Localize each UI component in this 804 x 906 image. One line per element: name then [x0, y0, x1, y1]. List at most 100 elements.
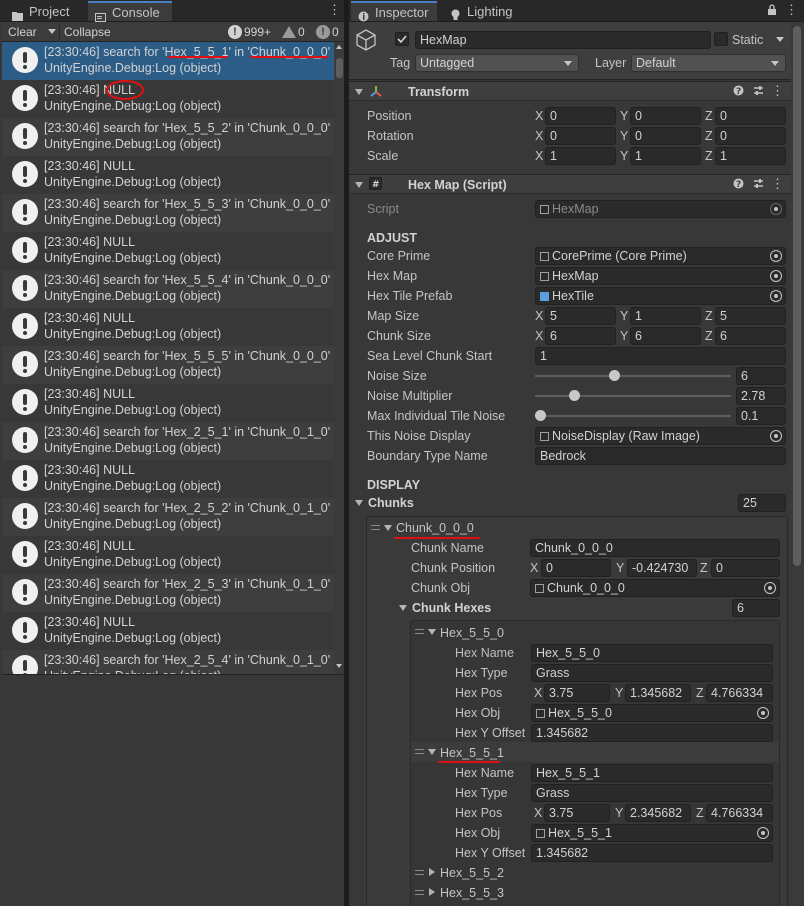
chunk-hexes-foldout-icon[interactable]	[399, 605, 407, 611]
max-tile-noise-slider[interactable]	[535, 415, 731, 417]
hex-tile-prefab-field[interactable]: HexTile	[535, 287, 786, 305]
log-entry[interactable]: [23:30:46] NULL UnityEngine.Debug:Log (ob…	[2, 612, 334, 650]
tab-lighting[interactable]: Lighting	[443, 2, 523, 22]
collapse-button[interactable]: Collapse	[64, 23, 111, 41]
hex-y-offset-input[interactable]: 1.345682	[531, 724, 773, 742]
scale-z-input[interactable]: 1	[715, 147, 786, 165]
inspector-scrollbar[interactable]	[791, 22, 804, 906]
log-entry[interactable]: [23:30:46] NULL UnityEngine.Debug:Log (ob…	[2, 232, 334, 270]
max-tile-noise-input[interactable]: 0.1	[736, 407, 786, 425]
chunks-label[interactable]: Chunks	[368, 496, 414, 510]
log-entry[interactable]: [23:30:46] search for 'Hex_5_5_4' in 'Ch…	[2, 270, 334, 308]
map-size-x-input[interactable]: 5	[545, 307, 616, 325]
help-icon[interactable]: ?	[733, 85, 744, 99]
chunk-hexes-label[interactable]: Chunk Hexes	[412, 601, 491, 615]
rotation-x-input[interactable]: 0	[545, 127, 616, 145]
tab-project[interactable]: Project	[5, 2, 83, 22]
hex-pos-x-input[interactable]: 3.75	[544, 804, 610, 822]
hex-title[interactable]: Hex_5_5_0	[440, 626, 504, 640]
object-name-input[interactable]: HexMap	[415, 31, 711, 49]
layer-dropdown[interactable]: Default	[631, 54, 786, 72]
log-count-toggle[interactable]: ! 999+	[226, 24, 271, 40]
log-entry[interactable]: [23:30:46] search for 'Hex_5_5_2' in 'Ch…	[2, 118, 334, 156]
log-entry[interactable]: [23:30:46] NULL UnityEngine.Debug:Log (ob…	[2, 460, 334, 498]
noise-multiplier-slider[interactable]	[535, 395, 731, 397]
tab-console[interactable]: Console	[88, 1, 172, 22]
position-z-input[interactable]: 0	[715, 107, 786, 125]
map-size-y-input[interactable]: 1	[630, 307, 701, 325]
log-entry[interactable]: [23:30:46] search for 'Hex_2_5_1' in 'Ch…	[2, 422, 334, 460]
chunk-obj-field[interactable]: Chunk_0_0_0	[530, 579, 780, 597]
object-picker-icon[interactable]	[757, 827, 769, 839]
hex-type-input[interactable]: Grass	[531, 664, 773, 682]
help-icon[interactable]: ?	[733, 178, 744, 192]
chunk-position-y-input[interactable]: -0.424730	[627, 559, 697, 577]
hex-pos-z-input[interactable]: 4.766334	[706, 804, 773, 822]
rotation-y-input[interactable]: 0	[630, 127, 701, 145]
sea-level-input[interactable]: 1	[535, 347, 786, 365]
noise-size-input[interactable]: 6	[736, 367, 786, 385]
drag-handle-icon[interactable]	[371, 525, 380, 530]
hex-obj-field[interactable]: Hex_5_5_1	[531, 824, 773, 842]
kebab-menu-icon[interactable]: ⋮	[785, 3, 798, 17]
error-count-toggle[interactable]: ! 0	[314, 24, 339, 40]
console-scrollbar[interactable]	[334, 42, 344, 674]
log-entry[interactable]: [23:30:46] NULL UnityEngine.Debug:Log (ob…	[2, 308, 334, 346]
noise-size-slider-knob[interactable]	[609, 370, 620, 381]
scroll-down-icon[interactable]	[336, 664, 342, 668]
chunk-size-y-input[interactable]: 6	[630, 327, 701, 345]
position-x-input[interactable]: 0	[545, 107, 616, 125]
hex-foldout-icon[interactable]	[429, 868, 435, 876]
hex-foldout-icon[interactable]	[428, 629, 436, 635]
scale-y-input[interactable]: 1	[630, 147, 701, 165]
scale-x-input[interactable]: 1	[545, 147, 616, 165]
scrollbar-thumb[interactable]	[336, 58, 343, 78]
active-checkbox[interactable]	[395, 32, 409, 46]
preset-icon[interactable]	[753, 178, 764, 192]
noise-display-field[interactable]: NoiseDisplay (Raw Image)	[535, 427, 786, 445]
map-size-z-input[interactable]: 5	[715, 307, 786, 325]
hex-type-input[interactable]: Grass	[531, 784, 773, 802]
hex-map-field[interactable]: HexMap	[535, 267, 786, 285]
noise-multiplier-slider-knob[interactable]	[569, 390, 580, 401]
preset-icon[interactable]	[753, 85, 764, 99]
transform-component-header[interactable]: Transform ? ⋮	[349, 81, 791, 101]
scrollbar-thumb[interactable]	[793, 26, 801, 566]
hex-foldout-icon[interactable]	[428, 749, 436, 755]
position-y-input[interactable]: 0	[630, 107, 701, 125]
tag-dropdown[interactable]: Untagged	[415, 54, 579, 72]
chunk-size-z-input[interactable]: 6	[715, 327, 786, 345]
chunk-position-x-input[interactable]: 0	[541, 559, 611, 577]
hex-title[interactable]: Hex_5_5_2	[440, 866, 504, 880]
log-entry[interactable]: [23:30:46] NULL UnityEngine.Debug:Log (ob…	[2, 536, 334, 574]
rotation-z-input[interactable]: 0	[715, 127, 786, 145]
chunks-count-input[interactable]: 25	[738, 494, 786, 512]
drag-handle-icon[interactable]	[415, 629, 424, 634]
hex-pos-z-input[interactable]: 4.766334	[706, 684, 773, 702]
hex-name-input[interactable]: Hex_5_5_0	[531, 644, 773, 662]
clear-button[interactable]: Clear	[8, 23, 37, 41]
hex-obj-field[interactable]: Hex_5_5_0	[531, 704, 773, 722]
component-menu-icon[interactable]: ⋮	[771, 177, 784, 191]
log-entry[interactable]: [23:30:46] search for 'Hex_2_5_3' in 'Ch…	[2, 574, 334, 612]
foldout-arrow-icon[interactable]	[355, 89, 363, 95]
clear-dropdown-icon[interactable]	[48, 29, 56, 34]
log-entry[interactable]: [23:30:46] search for 'Hex_5_5_5' in 'Ch…	[2, 346, 334, 384]
object-picker-icon[interactable]	[764, 582, 776, 594]
noise-size-slider[interactable]	[535, 375, 731, 377]
log-entry[interactable]: [23:30:46] NULL UnityEngine.Debug:Log (ob…	[2, 156, 334, 194]
log-entry[interactable]: [23:30:46] search for 'Hex_5_5_1' in 'Ch…	[2, 42, 334, 80]
static-dropdown-icon[interactable]	[776, 37, 784, 42]
core-prime-field[interactable]: CorePrime (Core Prime)	[535, 247, 786, 265]
object-picker-icon[interactable]	[770, 430, 782, 442]
hex-foldout-icon[interactable]	[429, 888, 435, 896]
hex-pos-y-input[interactable]: 1.345682	[625, 684, 691, 702]
chunk-size-x-input[interactable]: 6	[545, 327, 616, 345]
chunk-title[interactable]: Chunk_0_0_0	[396, 521, 474, 535]
chunk-foldout-icon[interactable]	[384, 525, 392, 531]
chunk-name-input[interactable]: Chunk_0_0_0	[530, 539, 780, 557]
scroll-up-icon[interactable]	[336, 45, 342, 49]
log-entry[interactable]: [23:30:46] NULL UnityEngine.Debug:Log (ob…	[2, 80, 334, 118]
drag-handle-icon[interactable]	[415, 870, 424, 875]
chunks-foldout-icon[interactable]	[355, 500, 363, 506]
